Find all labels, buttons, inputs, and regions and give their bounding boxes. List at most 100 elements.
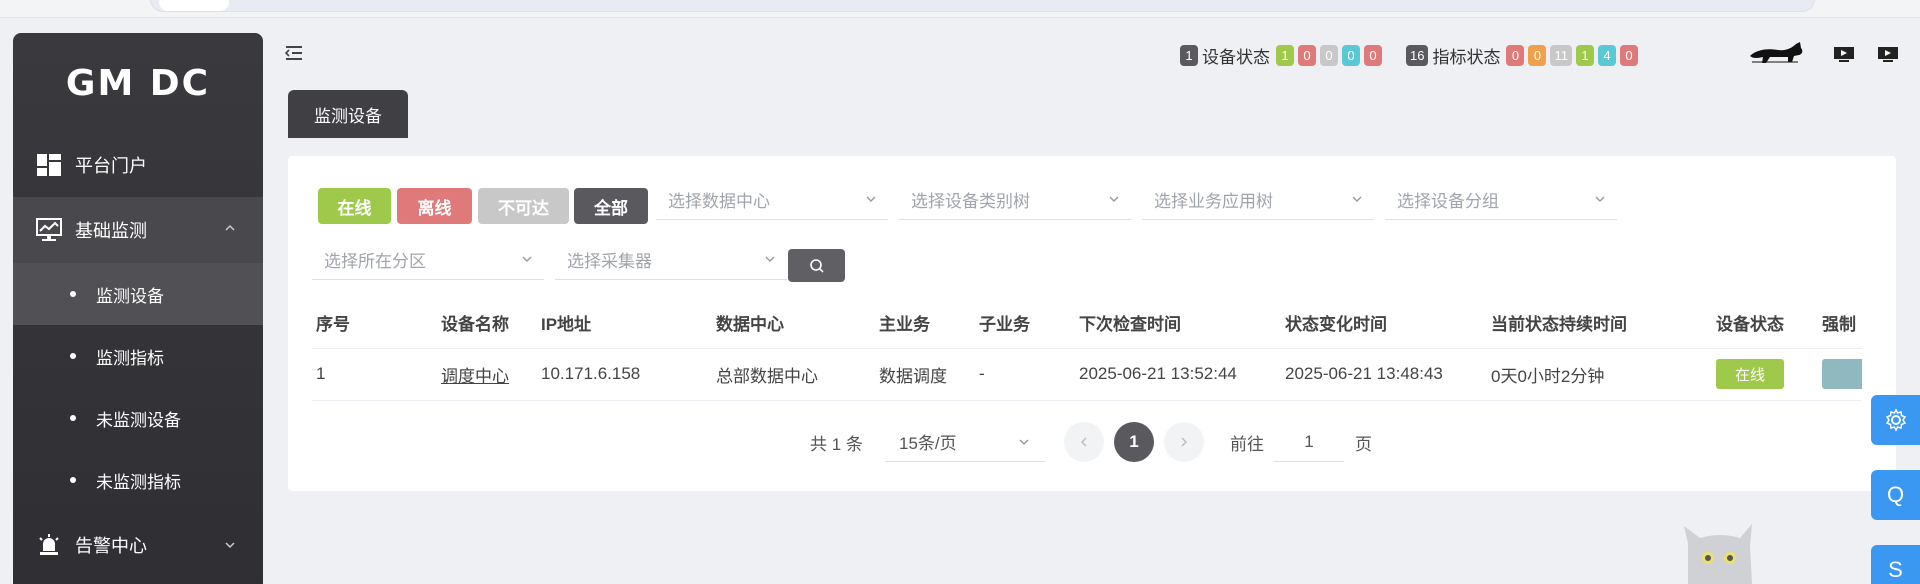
- collapse-menu-icon[interactable]: [284, 44, 304, 62]
- chevron-down-icon: [1595, 196, 1605, 202]
- device-status-count-unreachable[interactable]: 0: [1320, 44, 1338, 66]
- bullet-icon: [70, 353, 76, 359]
- device-group-select[interactable]: 选择设备分组: [1385, 180, 1617, 220]
- metric-status-count-critical[interactable]: 0: [1506, 44, 1525, 66]
- column-header-next-check: 下次检查时间: [1075, 298, 1281, 349]
- metric-status-count-unknown[interactable]: 11: [1550, 44, 1572, 66]
- sidebar-subitem-label: 未监测指标: [96, 472, 181, 492]
- filter-online-button[interactable]: 在线: [318, 188, 391, 224]
- search-button[interactable]: [788, 249, 845, 282]
- filter-all-button[interactable]: 全部: [574, 188, 648, 224]
- cell-status-change: 2025-06-21 13:48:43: [1281, 348, 1487, 401]
- column-header-device-name: 设备名称: [437, 298, 537, 349]
- next-page-button[interactable]: [1164, 422, 1204, 462]
- column-header-force: 强制: [1818, 298, 1862, 349]
- goto-suffix: 页: [1355, 434, 1372, 454]
- sidebar-subitem-unmonitored-metrics[interactable]: 未监测指标: [13, 449, 263, 511]
- metric-status-label: 指标状态: [1432, 47, 1501, 67]
- device-category-tree-select[interactable]: 选择设备类别树: [899, 180, 1131, 220]
- page-size-select[interactable]: 15条/页: [885, 422, 1045, 462]
- chevron-down-icon: [225, 542, 235, 549]
- filter-offline-button[interactable]: 离线: [397, 188, 472, 224]
- chevron-down-icon: [765, 256, 775, 262]
- cell-duration: 0天0小时2分钟: [1487, 348, 1712, 401]
- collector-select[interactable]: 选择采集器: [555, 240, 787, 280]
- s-float-button[interactable]: S: [1871, 545, 1920, 584]
- column-header-device-status: 设备状态: [1712, 298, 1818, 349]
- chevron-down-icon: [866, 196, 876, 202]
- page-number-current[interactable]: 1: [1114, 422, 1154, 462]
- cell-main-business: 数据调度: [875, 348, 975, 401]
- column-header-ip: IP地址: [537, 298, 712, 349]
- cell-next-check: 2025-06-21 13:52:44: [1075, 348, 1281, 401]
- metric-status-count-error[interactable]: 0: [1619, 44, 1638, 66]
- alarm-light-icon: [35, 533, 63, 557]
- settings-float-button[interactable]: [1871, 395, 1920, 445]
- sidebar-subitem-unmonitored-devices[interactable]: 未监测设备: [13, 387, 263, 449]
- pagination-total: 共 1 条: [810, 434, 863, 454]
- device-status-count-other[interactable]: 0: [1342, 44, 1360, 66]
- device-status-count-error[interactable]: 0: [1364, 44, 1382, 66]
- business-app-tree-select[interactable]: 选择业务应用树: [1142, 180, 1374, 220]
- cell-index: 1: [312, 348, 437, 401]
- chevron-down-icon: [1109, 196, 1119, 202]
- metric-status-count-ok[interactable]: 1: [1575, 44, 1594, 66]
- device-group-placeholder: 选择设备分组: [1397, 192, 1499, 211]
- sidebar-item-portal[interactable]: 平台门户: [13, 133, 263, 197]
- chevron-left-icon: [1081, 437, 1087, 447]
- cat-mascot-icon: [1684, 524, 1752, 584]
- sidebar-subitem-label: 监测指标: [96, 348, 164, 368]
- chevron-down-icon: [1019, 439, 1029, 445]
- device-name-link[interactable]: 调度中心: [441, 367, 509, 386]
- datacenter-select-placeholder: 选择数据中心: [668, 192, 770, 211]
- chevron-right-icon: [1181, 437, 1187, 447]
- cell-ip: 10.171.6.158: [537, 348, 712, 401]
- device-status-count-offline[interactable]: 0: [1298, 44, 1316, 66]
- sidebar-item-label: 告警中心: [75, 536, 147, 556]
- screen-display-icon[interactable]: [1877, 46, 1899, 62]
- pagination: 共 1 条 15条/页 1 前往 1 页: [288, 422, 1896, 462]
- device-status-label: 设备状态: [1202, 47, 1270, 67]
- sidebar-subitem-monitored-devices[interactable]: 监测设备: [13, 263, 263, 325]
- column-header-main-business: 主业务: [875, 298, 975, 349]
- sidebar-item-basic-monitor[interactable]: 基础监测: [13, 197, 263, 263]
- metric-total-badge[interactable]: 16: [1406, 44, 1429, 66]
- device-panel: 在线 离线 不可达 全部 选择数据中心 选择设备类别树 选择业务应用树 选择设备…: [288, 156, 1896, 491]
- browser-address-bar: [0, 0, 1920, 18]
- cat-logo-icon[interactable]: [1748, 40, 1804, 68]
- datacenter-select[interactable]: 选择数据中心: [656, 180, 888, 220]
- address-pill[interactable]: [150, 0, 1815, 12]
- filter-unreachable-button[interactable]: 不可达: [478, 188, 569, 224]
- zone-select[interactable]: 选择所在分区: [312, 240, 544, 280]
- chevron-up-icon: [225, 224, 235, 231]
- metric-status-count-warning[interactable]: 0: [1528, 44, 1547, 66]
- dashboard-icon: [35, 153, 63, 177]
- sidebar: GM DC 平台门户 基础监测 监测设备 监测指标 未监测设备 未监测指标 告警…: [13, 33, 263, 584]
- cell-device-name: 调度中心: [437, 348, 537, 401]
- bullet-icon: [70, 291, 76, 297]
- device-status-count-online[interactable]: 1: [1276, 44, 1294, 66]
- monitor-chart-icon: [35, 218, 63, 242]
- sidebar-subitem-label: 监测设备: [96, 286, 164, 306]
- prev-page-button[interactable]: [1064, 422, 1104, 462]
- device-table: 序号 设备名称 IP地址 数据中心 主业务 子业务 下次检查时间 状态变化时间 …: [312, 298, 1862, 401]
- column-header-status-change: 状态变化时间: [1281, 298, 1487, 349]
- column-header-duration: 当前状态持续时间: [1487, 298, 1712, 349]
- force-action-button[interactable]: [1822, 359, 1862, 389]
- metric-status-count-info[interactable]: 4: [1597, 44, 1616, 66]
- goto-page-input[interactable]: 1: [1274, 422, 1344, 462]
- cell-datacenter: 总部数据中心: [712, 348, 875, 401]
- sidebar-subitem-monitored-metrics[interactable]: 监测指标: [13, 325, 263, 387]
- chevron-down-icon: [1352, 196, 1362, 202]
- q-float-button[interactable]: Q: [1871, 470, 1920, 520]
- sidebar-item-alarm-center[interactable]: 告警中心: [13, 511, 263, 579]
- tab-monitored-devices[interactable]: 监测设备: [288, 90, 408, 138]
- device-total-badge[interactable]: 1: [1180, 44, 1198, 66]
- business-app-tree-placeholder: 选择业务应用树: [1154, 192, 1273, 211]
- zone-select-placeholder: 选择所在分区: [324, 252, 426, 271]
- fullscreen-display-icon[interactable]: [1833, 46, 1855, 62]
- app-logo: GM DC: [65, 62, 211, 104]
- goto-prefix: 前往: [1230, 434, 1264, 454]
- address-tab-chip: [159, 0, 229, 11]
- bullet-icon: [70, 477, 76, 483]
